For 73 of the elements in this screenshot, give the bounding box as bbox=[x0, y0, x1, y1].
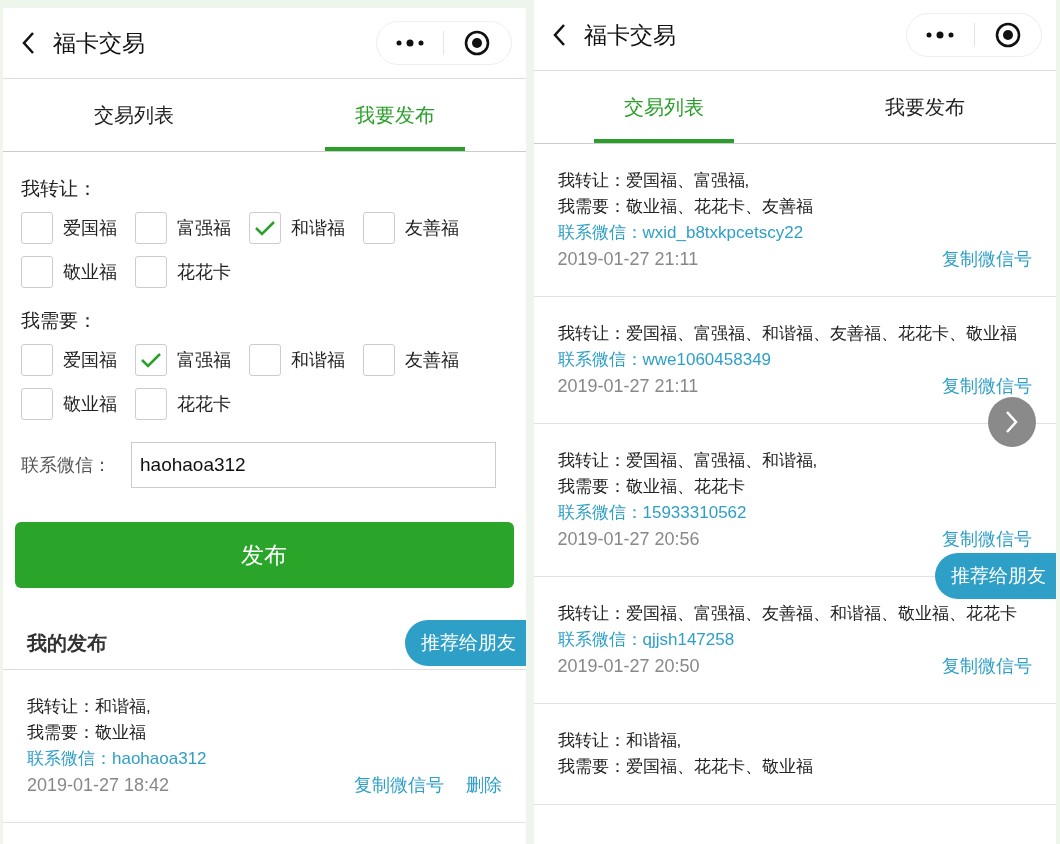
wechat-input[interactable]: haohaoa312 bbox=[131, 442, 496, 488]
checkbox[interactable] bbox=[21, 388, 53, 420]
group-label: 我转让： bbox=[21, 177, 98, 201]
contact-text: 联系微信：qjjsh147258 bbox=[557, 629, 735, 651]
checkbox[interactable] bbox=[21, 256, 53, 288]
checkbox[interactable] bbox=[21, 212, 53, 244]
offer-text: 我转让：爱国福、富强福、和谐福, bbox=[557, 450, 818, 472]
need-text: 我需要：爱国福、花花卡、敬业福 bbox=[557, 756, 813, 778]
back-chevron-icon[interactable] bbox=[551, 23, 566, 47]
checkbox[interactable] bbox=[249, 344, 281, 376]
copy-link[interactable]: 复制微信号 bbox=[942, 373, 1032, 399]
checkbox[interactable] bbox=[135, 256, 167, 288]
option-label: 花花卡 bbox=[177, 393, 231, 416]
share-button[interactable]: 推荐给朋友 bbox=[935, 553, 1056, 599]
share-button[interactable]: 推荐给朋友 bbox=[404, 620, 526, 666]
option-label: 富强福 bbox=[177, 349, 231, 372]
tab[interactable]: 我要发布 bbox=[794, 71, 1056, 143]
post-time: 2019-01-27 20:50 bbox=[557, 655, 701, 678]
need-text: 我需要：敬业福、花花卡 bbox=[557, 476, 745, 498]
option-label: 友善福 bbox=[405, 217, 459, 240]
contact-text: 联系微信：15933310562 bbox=[557, 502, 747, 524]
post-time: 2019-01-27 21:11 bbox=[557, 375, 700, 398]
option-label: 富强福 bbox=[177, 217, 231, 240]
offer-text: 我转让：爱国福、富强福、和谐福、友善福、花花卡、敬业福 bbox=[557, 323, 1017, 345]
contact-label: 联系微信： bbox=[21, 454, 112, 477]
option-label: 爱国福 bbox=[63, 217, 117, 240]
page-title: 福卡交易 bbox=[583, 20, 677, 50]
back-chevron-icon[interactable] bbox=[21, 31, 35, 55]
need-text: 我需要：敬业福 bbox=[27, 722, 146, 744]
checkbox[interactable] bbox=[363, 344, 395, 376]
offer-text: 我转让：和谐福, bbox=[557, 730, 682, 752]
next-button[interactable] bbox=[988, 397, 1036, 447]
option-label: 友善福 bbox=[405, 349, 459, 372]
offer-text: 我转让：爱国福、富强福、友善福、和谐福、敬业福、花花卡 bbox=[557, 603, 1017, 625]
offer-text: 我转让：和谐福, bbox=[27, 696, 151, 718]
option-label: 花花卡 bbox=[177, 261, 231, 284]
checkbox[interactable] bbox=[21, 344, 53, 376]
post-time: 2019-01-27 18:42 bbox=[27, 774, 171, 797]
checkbox[interactable] bbox=[249, 212, 281, 244]
post-time: 2019-01-27 21:11 bbox=[557, 248, 700, 271]
tab[interactable]: 我要发布 bbox=[264, 79, 526, 151]
check-icon bbox=[254, 219, 276, 237]
more-dots-icon bbox=[925, 31, 956, 39]
more-dots-icon bbox=[394, 39, 425, 47]
page-title: 福卡交易 bbox=[53, 28, 146, 58]
copy-link[interactable]: 复制微信号 bbox=[942, 526, 1032, 552]
option-label: 敬业福 bbox=[63, 261, 117, 284]
tab[interactable]: 交易列表 bbox=[3, 79, 265, 151]
checkbox[interactable] bbox=[135, 212, 167, 244]
contact-text: 联系微信：haohaoa312 bbox=[27, 748, 207, 770]
copy-link[interactable]: 复制微信号 bbox=[942, 653, 1032, 679]
option-label: 敬业福 bbox=[63, 393, 117, 416]
checkbox[interactable] bbox=[135, 344, 167, 376]
contact-text: 联系微信：wxid_b8txkpcetscy22 bbox=[557, 222, 804, 244]
checkbox[interactable] bbox=[135, 388, 167, 420]
chevron-right-icon bbox=[1005, 410, 1019, 434]
tab[interactable]: 交易列表 bbox=[533, 71, 795, 143]
copy-link[interactable]: 复制微信号 bbox=[353, 772, 444, 798]
option-label: 和谐福 bbox=[291, 349, 345, 372]
checkbox[interactable] bbox=[363, 212, 395, 244]
offer-text: 我转让：爱国福、富强福, bbox=[557, 170, 750, 192]
group-label: 我需要： bbox=[21, 309, 98, 333]
option-label: 和谐福 bbox=[291, 217, 345, 240]
delete-link[interactable]: 删除 bbox=[465, 772, 502, 798]
contact-text: 联系微信：wwe1060458349 bbox=[557, 349, 772, 371]
need-text: 我需要：敬业福、花花卡、友善福 bbox=[557, 196, 813, 218]
post-time: 2019-01-27 20:56 bbox=[557, 528, 701, 551]
publish-button[interactable]: 发布 bbox=[15, 522, 514, 588]
target-icon bbox=[994, 22, 1021, 48]
option-label: 爱国福 bbox=[63, 349, 117, 372]
copy-link[interactable]: 复制微信号 bbox=[942, 246, 1032, 272]
check-icon bbox=[140, 351, 162, 369]
target-icon bbox=[464, 30, 491, 56]
